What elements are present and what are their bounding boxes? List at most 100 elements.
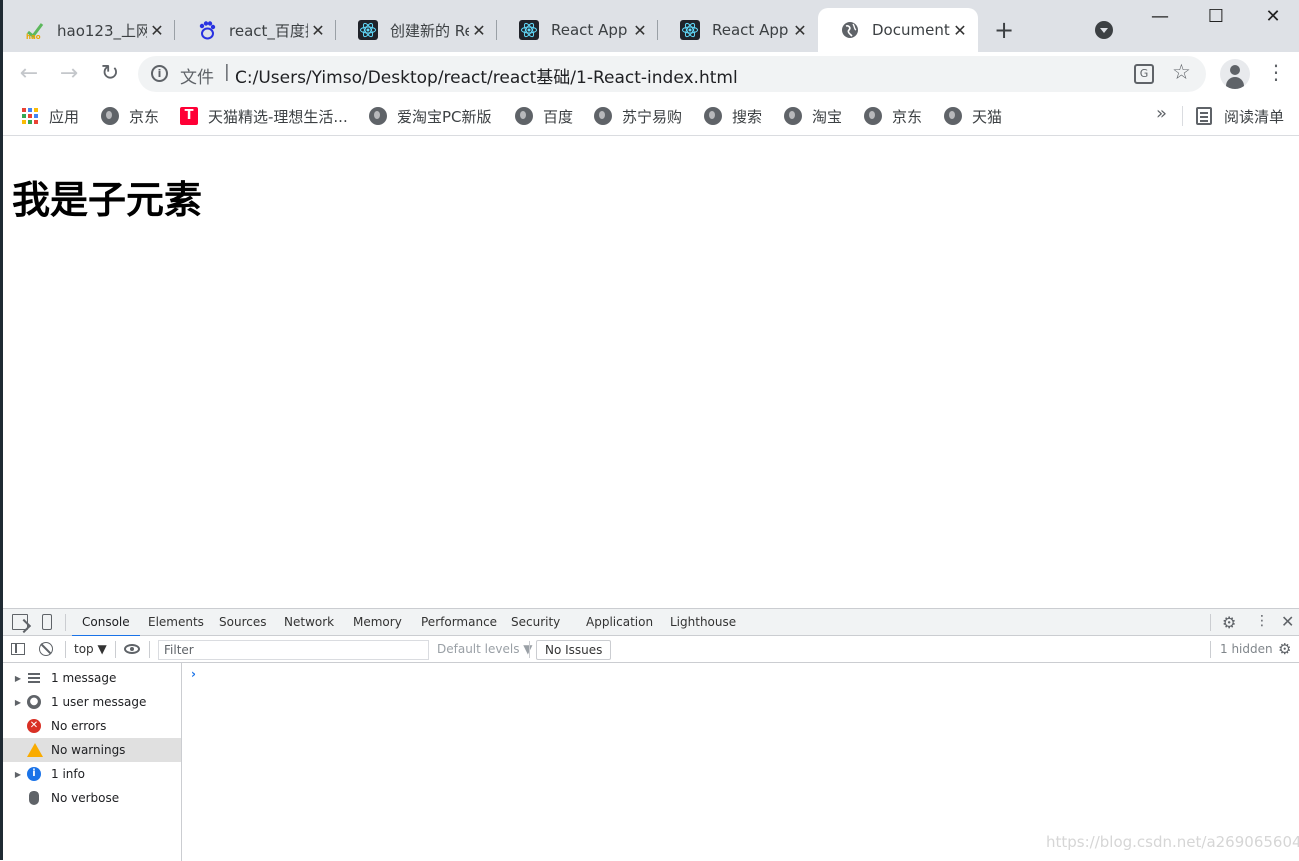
tab-title: react_百度搜 (229, 21, 308, 40)
bookmark-tmall[interactable]: 天猫 (944, 105, 1002, 127)
close-icon[interactable]: ✕ (469, 21, 489, 40)
tab-title: React App (551, 21, 628, 39)
console-output[interactable]: › (183, 663, 1299, 861)
bookmark-suning[interactable]: 苏宁易购 (594, 105, 682, 127)
console-filter-input[interactable] (158, 640, 429, 660)
clear-console-icon[interactable] (39, 642, 53, 656)
svg-text:hao: hao (26, 33, 41, 40)
address-scheme-label: 文件 (180, 68, 214, 88)
page-heading: 我是子元素 (12, 178, 203, 222)
bookmark-tmall-select[interactable]: T 天猫精选-理想生活... (180, 105, 348, 127)
inspect-element-icon[interactable] (12, 614, 28, 630)
sidebar-item-info[interactable]: ▶ i 1 info (3, 762, 181, 786)
close-icon[interactable]: ✕ (790, 21, 810, 40)
globe-icon (840, 20, 860, 40)
issues-button[interactable]: No Issues (536, 640, 612, 660)
bookmark-jd[interactable]: 京东 (101, 105, 159, 127)
user-icon: ● (27, 695, 41, 709)
devtools-tab-lighthouse[interactable]: Lighthouse (670, 609, 736, 636)
toolbar-separator (1210, 641, 1211, 658)
log-levels-dropdown[interactable]: Default levels ▼ (437, 642, 533, 656)
bookmark-apps[interactable]: 应用 (21, 105, 79, 127)
bookmark-ai-taobao[interactable]: 爱淘宝PC新版 (369, 105, 492, 127)
expand-triangle-icon[interactable]: ▶ (13, 770, 23, 779)
globe-icon (944, 107, 962, 125)
tab-react-app-1[interactable]: React App ✕ (497, 8, 658, 52)
sidebar-item-user-messages[interactable]: ▶ ● 1 user message (3, 690, 181, 714)
bookmark-label: 百度 (543, 107, 574, 126)
expand-triangle-icon[interactable]: ▶ (13, 698, 23, 707)
devtools-tab-performance[interactable]: Performance (421, 609, 497, 636)
devtools-tab-console[interactable]: Console (72, 609, 140, 637)
tab-hao123[interactable]: hao hao123_上网 ✕ (3, 8, 175, 52)
close-icon[interactable]: ✕ (308, 21, 328, 40)
toggle-sidebar-icon[interactable] (11, 643, 25, 655)
live-expression-eye-icon[interactable] (124, 644, 140, 654)
toolbar-separator (115, 641, 116, 658)
tab-react-app-2[interactable]: React App ✕ (658, 8, 818, 52)
sidebar-item-errors[interactable]: ✕ No errors (3, 714, 181, 738)
devtools-tab-network[interactable]: Network (284, 609, 334, 636)
globe-icon (515, 107, 533, 125)
react-atom-icon (680, 20, 700, 40)
bookmark-label: 天猫 (972, 107, 1003, 126)
tab-document[interactable]: Document ✕ (818, 8, 978, 52)
devtools-more-icon[interactable]: ⋮ (1255, 613, 1269, 629)
new-tab-button[interactable]: + (994, 16, 1014, 44)
address-url[interactable]: C:/Users/Yimso/Desktop/react/react基础/1-R… (235, 63, 738, 88)
bookmark-jd-2[interactable]: 京东 (864, 105, 922, 127)
reading-list-button[interactable]: 阅读清单 (1196, 105, 1284, 127)
console-prompt[interactable]: › (191, 667, 196, 681)
bookmark-star-icon[interactable]: ☆ (1172, 60, 1191, 84)
sidebar-item-label: 1 message (51, 671, 117, 685)
tab-baidu[interactable]: react_百度搜 ✕ (175, 8, 336, 52)
error-icon: ✕ (27, 719, 41, 733)
devtools-tab-elements[interactable]: Elements (148, 609, 204, 636)
close-icon[interactable]: ✕ (147, 21, 167, 40)
close-icon[interactable]: ✕ (950, 21, 970, 40)
devtools-tab-memory[interactable]: Memory (353, 609, 402, 636)
profile-avatar-icon[interactable] (1220, 59, 1250, 89)
sidebar-item-warnings[interactable]: No warnings (3, 738, 181, 762)
info-icon[interactable]: i (151, 65, 168, 82)
devtools-tab-security[interactable]: Security (511, 609, 560, 636)
expand-triangle-icon[interactable]: ▶ (13, 674, 23, 683)
minimize-button[interactable]: — (1140, 6, 1180, 30)
tab-create-react[interactable]: 创建新的 Re ✕ (336, 8, 497, 52)
close-icon[interactable]: ✕ (630, 21, 650, 40)
forward-arrow-icon[interactable]: → (55, 60, 83, 88)
address-bar[interactable]: i 文件 | C:/Users/Yimso/Desktop/react/reac… (138, 56, 1206, 92)
menu-kebab-icon[interactable]: ⋮ (1266, 60, 1286, 84)
translate-icon[interactable]: G (1134, 64, 1154, 84)
bookmark-label: 苏宁易购 (622, 107, 683, 126)
devtools-tab-application[interactable]: Application (586, 609, 653, 636)
context-selector[interactable]: top ▼ (74, 642, 107, 656)
bookmark-baidu[interactable]: 百度 (515, 105, 573, 127)
bookmarks-overflow-button[interactable]: » (1156, 103, 1167, 124)
settings-gear-icon[interactable]: ⚙ (1222, 613, 1236, 632)
tab-search-icon[interactable] (1095, 21, 1113, 39)
sidebar-item-messages[interactable]: ▶ 1 message (3, 666, 181, 690)
react-atom-icon (519, 20, 539, 40)
sidebar-item-label: No errors (51, 719, 107, 733)
maximize-button[interactable]: ☐ (1196, 6, 1236, 30)
toolbar-separator (529, 641, 530, 658)
bookmark-label: 淘宝 (812, 107, 843, 126)
back-arrow-icon[interactable]: ← (15, 60, 43, 88)
toolbar-separator (149, 641, 150, 658)
sidebar-item-verbose[interactable]: No verbose (3, 786, 181, 810)
device-toolbar-icon[interactable] (42, 614, 52, 630)
devtools-close-icon[interactable]: ✕ (1281, 612, 1294, 631)
sidebar-item-label: No verbose (51, 791, 120, 805)
address-divider: | (224, 62, 230, 82)
tab-title: Document (872, 21, 950, 39)
console-settings-gear-icon[interactable]: ⚙ (1278, 640, 1291, 658)
bookmark-label: 京东 (892, 107, 923, 126)
devtools-tab-sources[interactable]: Sources (219, 609, 266, 636)
bookmark-search[interactable]: 搜索 (704, 105, 762, 127)
reload-icon[interactable]: ↻ (96, 60, 124, 88)
console-sidebar: ▶ 1 message ▶ ● 1 user message ✕ No erro… (3, 663, 182, 861)
close-window-button[interactable]: ✕ (1253, 6, 1293, 30)
bookmark-taobao[interactable]: 淘宝 (784, 105, 842, 127)
browser-toolbar: ← → ↻ i 文件 | C:/Users/Yimso/Desktop/reac… (0, 52, 1299, 96)
